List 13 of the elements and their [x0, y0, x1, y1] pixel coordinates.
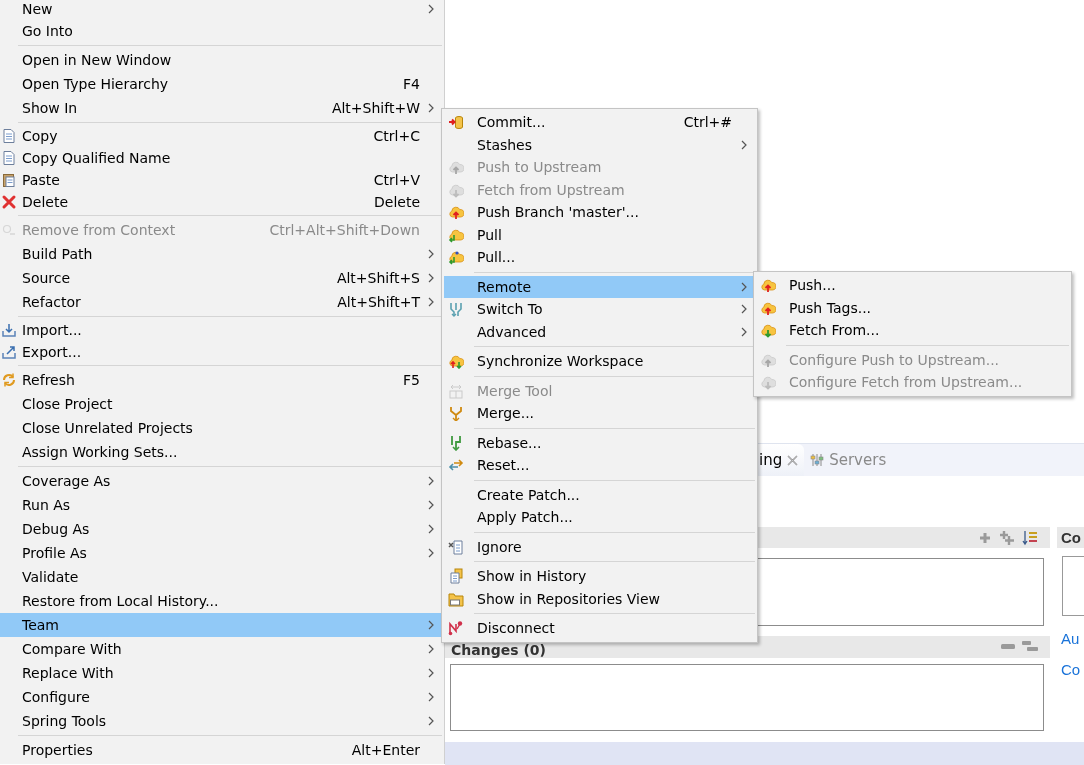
shortcut-label: Ctrl+V: [373, 172, 420, 188]
shortcut-label: Ctrl+C: [373, 128, 420, 144]
shortcut-label: Alt+Shift+W: [331, 100, 420, 116]
shortcut-label: Delete: [374, 194, 420, 210]
shortcut-label: F4: [403, 76, 420, 92]
shortcut-label: Ctrl+#: [683, 114, 732, 131]
shortcut-label: Ctrl+Alt+Shift+Down: [269, 222, 420, 238]
shortcut-label: Alt+Shift+S: [336, 270, 420, 286]
shortcut-label: F5: [403, 372, 420, 388]
section-title: Changes (0): [451, 643, 546, 658]
shortcut-label: Alt+Enter: [351, 742, 420, 758]
shortcut-label: Alt+Shift+T: [337, 294, 420, 310]
section-title: Co: [1061, 529, 1081, 546]
